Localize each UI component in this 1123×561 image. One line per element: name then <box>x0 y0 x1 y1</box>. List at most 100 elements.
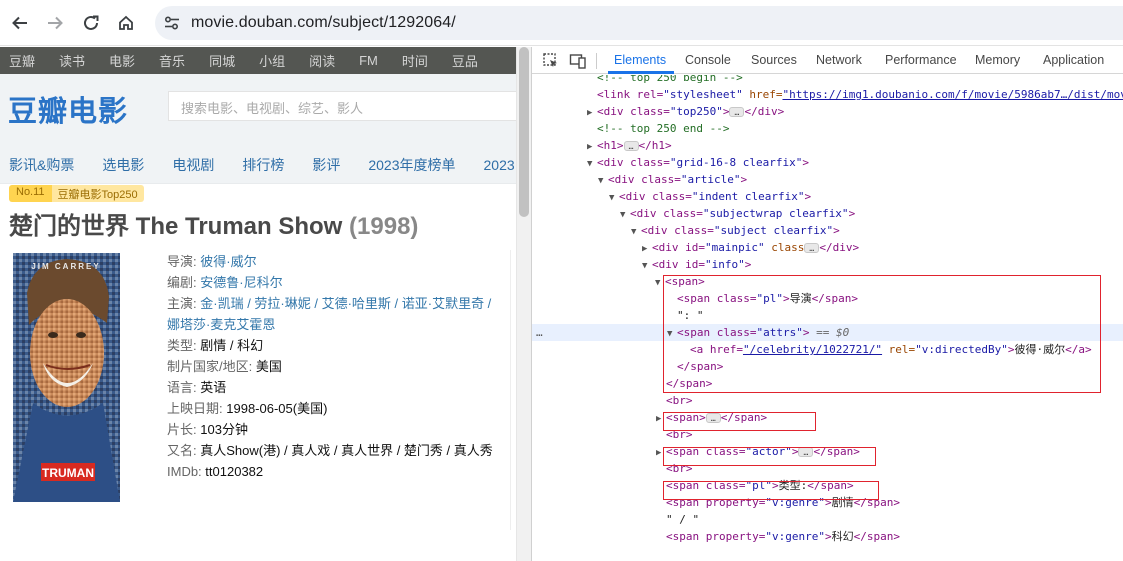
tab-memory[interactable]: Memory <box>975 53 1020 67</box>
dom-text-node[interactable]: " / " <box>666 511 699 528</box>
collapsed-ellipsis[interactable]: … <box>798 447 814 457</box>
country-value: 美国 <box>255 359 282 374</box>
dom-node[interactable]: ▼ <div class="subject clearfix"> <box>631 222 840 239</box>
dom-node[interactable]: <span class="pl">导演</span> <box>677 290 858 307</box>
movie-title: 楚门的世界 The Truman Show <box>9 213 343 240</box>
collapsed-ellipsis[interactable]: … <box>623 141 639 151</box>
tab-network[interactable]: Network <box>816 53 862 67</box>
expand-triangle-icon[interactable]: ▶ <box>656 411 666 428</box>
actors-links[interactable]: 金·凯瑞 / 劳拉·琳妮 / 艾德·哈里斯 / 诺亚·艾默里奇 / <box>200 296 491 311</box>
dom-node[interactable]: </span> <box>677 358 723 375</box>
top250-ribbon[interactable]: No.11 豆瓣电影Top250 <box>9 185 144 202</box>
dom-node[interactable]: </span> <box>666 375 712 392</box>
dom-node[interactable]: <br> <box>666 426 693 443</box>
dom-node[interactable]: ▼ <div class="subjectwrap clearfix"> <box>620 205 855 222</box>
global-nav-item[interactable]: 电影 <box>109 51 135 70</box>
forward-icon[interactable] <box>43 11 67 35</box>
collapse-triangle-icon[interactable]: ▼ <box>642 258 652 275</box>
dom-node[interactable]: <span property="v:genre">剧情</span> <box>666 494 900 511</box>
celebrity-link[interactable]: "/celebrity/1022721/" <box>743 343 882 356</box>
dom-node[interactable]: <br> <box>666 460 693 477</box>
reload-icon[interactable] <box>79 11 103 35</box>
global-nav-item[interactable]: 阅读 <box>309 51 335 70</box>
global-nav-item[interactable]: FM <box>359 53 378 68</box>
info-actors-cont: 娜塔莎·麦克艾霍恩 <box>167 314 507 335</box>
sub-nav-item[interactable]: 影评 <box>312 155 340 175</box>
collapse-triangle-icon[interactable]: ▼ <box>587 156 597 173</box>
dom-node[interactable]: ▶ <span>… </span> <box>656 409 767 426</box>
dom-node[interactable]: <link rel="stylesheet" href="https://img… <box>597 86 1123 103</box>
collapse-triangle-icon[interactable]: ▼ <box>598 173 608 190</box>
dom-node[interactable]: <span property="v:genre">科幻</span> <box>666 528 900 545</box>
global-nav-item[interactable]: 小组 <box>259 51 285 70</box>
collapse-triangle-icon[interactable]: ▼ <box>620 207 630 224</box>
site-settings-icon[interactable] <box>163 14 181 32</box>
dom-node[interactable]: ▶ <div id="mainpic" class… </div> <box>642 239 859 256</box>
global-nav-item[interactable]: 同城 <box>209 51 235 70</box>
dom-node[interactable]: ▶ <span class="actor">… </span> <box>656 443 860 460</box>
stylesheet-link[interactable]: "https://img1.doubanio.com/f/movie/5986a… <box>782 88 1123 101</box>
device-toolbar-icon[interactable] <box>569 52 587 70</box>
sub-nav-item[interactable]: 排行榜 <box>242 155 284 175</box>
sub-nav-item[interactable]: 选电影 <box>102 155 144 175</box>
global-nav-item[interactable]: 音乐 <box>159 51 185 70</box>
global-nav-item[interactable]: 读书 <box>59 51 85 70</box>
imdb-value: tt0120382 <box>205 464 264 479</box>
dom-node[interactable]: ▶ <div class="top250">… </div> <box>587 103 784 120</box>
dom-node[interactable]: ▶ <h1>… </h1> <box>587 137 672 154</box>
dom-node[interactable]: ▼ <span> <box>655 273 705 290</box>
dom-text-node[interactable]: ": " <box>677 307 704 324</box>
search-input[interactable]: 搜索电影、电视剧、综艺、影人 <box>168 91 516 121</box>
collapse-triangle-icon[interactable]: ▼ <box>655 275 665 292</box>
collapse-triangle-icon[interactable]: ▼ <box>667 326 677 343</box>
expand-triangle-icon[interactable]: ▶ <box>656 445 666 462</box>
sub-nav-item[interactable]: 电视剧 <box>172 155 214 175</box>
tab-performance[interactable]: Performance <box>885 53 957 67</box>
rank-tag: 豆瓣电影Top250 <box>51 185 144 202</box>
expand-triangle-icon[interactable]: ▶ <box>587 105 597 122</box>
dom-node[interactable]: <br> <box>666 392 693 409</box>
collapsed-ellipsis[interactable]: … <box>804 243 820 253</box>
dom-node[interactable]: <!-- top 250 end --> <box>597 120 729 137</box>
selected-dom-node[interactable]: … ▼ <span class="attrs"> == $0 <box>532 324 1123 341</box>
tab-sources[interactable]: Sources <box>751 53 797 67</box>
info-language: 语言: 英语 <box>167 380 227 395</box>
dom-node[interactable]: ▼ <div class="article"> <box>598 171 747 188</box>
global-nav-item[interactable]: 豆品 <box>452 51 478 70</box>
collapsed-ellipsis[interactable]: … <box>729 107 745 117</box>
page-scrollbar[interactable] <box>516 47 531 561</box>
inspect-element-icon[interactable] <box>542 52 560 70</box>
back-icon[interactable] <box>8 11 32 35</box>
scrollbar-thumb[interactable] <box>519 47 529 217</box>
director-link[interactable]: 彼得·威尔 <box>200 254 256 269</box>
movie-poster[interactable]: JIM CARREY TRUMAN <box>13 253 120 502</box>
genre-value: 剧情 / 科幻 <box>200 338 264 353</box>
address-bar[interactable]: movie.douban.com/subject/1292064/ <box>155 6 1123 40</box>
language-value: 英语 <box>200 380 227 395</box>
collapse-triangle-icon[interactable]: ▼ <box>609 190 619 207</box>
home-icon[interactable] <box>114 11 138 35</box>
dom-node[interactable]: <!-- top 250 begin --> <box>597 75 743 86</box>
dom-node[interactable]: ▼ <div class="grid-16-8 clearfix"> <box>587 154 809 171</box>
node-actions-icon[interactable]: … <box>536 324 543 341</box>
dom-node[interactable]: ▼ <div class="indent clearfix"> <box>609 188 811 205</box>
tab-elements[interactable]: Elements <box>614 53 666 67</box>
tab-console[interactable]: Console <box>685 53 731 67</box>
tab-application[interactable]: Application <box>1043 53 1104 67</box>
devtools-panel: Elements Console Sources Network Perform… <box>531 47 1123 561</box>
sub-nav-item[interactable]: 2023年度榜单 <box>368 155 455 175</box>
writer-link[interactable]: 安德鲁·尼科尔 <box>200 275 282 290</box>
douban-movie-logo[interactable]: 豆瓣电影 <box>8 88 128 130</box>
global-nav-item[interactable]: 豆瓣 <box>9 51 35 70</box>
actors-links-cont[interactable]: 娜塔莎·麦克艾霍恩 <box>167 317 275 332</box>
dom-node[interactable]: ▼ <div id="info"> <box>642 256 751 273</box>
dom-node[interactable]: <span class="pl">类型:</span> <box>666 477 854 494</box>
aka-value: 真人Show(港) / 真人戏 / 真人世界 / 楚门秀 / 真人秀 <box>200 443 493 458</box>
collapsed-ellipsis[interactable]: … <box>705 413 721 423</box>
sub-nav-item[interactable]: 2023 <box>484 157 515 173</box>
info-country: 制片国家/地区: 美国 <box>167 359 282 374</box>
collapse-triangle-icon[interactable]: ▼ <box>631 224 641 241</box>
global-nav-item[interactable]: 时间 <box>402 51 428 70</box>
sub-nav-item[interactable]: 影讯&购票 <box>9 155 74 175</box>
dom-node[interactable]: <a href="/celebrity/1022721/" rel="v:dir… <box>690 341 1092 358</box>
